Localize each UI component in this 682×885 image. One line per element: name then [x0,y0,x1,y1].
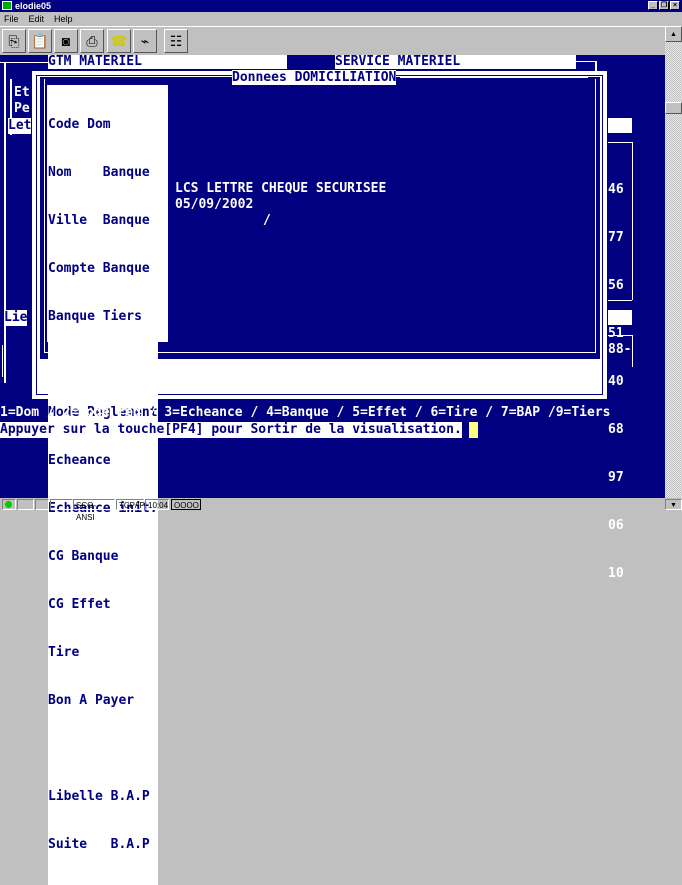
value-mode-reglement: LCS LETTRE CHEQUE SECURISEE [175,181,387,196]
menu-file[interactable]: File [4,14,19,24]
bg-number: 77 [608,230,624,245]
header-right: SERVICE MATERIEL [335,55,576,69]
paste-icon[interactable]: 📋 [28,29,52,53]
bg-number: 40 [608,374,624,389]
bg-tail: 88- [608,342,632,357]
label-compte-banque: Compte Banque [48,261,150,276]
settings-icon[interactable]: ☷ [164,29,188,53]
connection-led-icon [2,499,16,510]
bg-label-lie: Lie [4,310,28,326]
label-code-dom: Code Dom [48,117,111,132]
label-suite-bap: Suite B.A.P [48,837,150,852]
menu-bar: File Edit Help [0,12,682,26]
cursor [469,422,478,438]
minimize-button[interactable]: _ [648,1,658,10]
label-cg-effet: CG Effet [48,597,111,612]
hangup-icon[interactable]: ⌁ [133,29,157,53]
menu-help[interactable]: Help [54,14,73,24]
label-tire: Tire [48,645,80,660]
bg-number: 56 [608,278,624,293]
label-nom-banque: Nom Banque [48,165,150,180]
scroll-up-button[interactable]: ▲ [665,26,682,42]
copy-icon[interactable]: ⎘ [2,29,26,53]
label-echeance: Echeance [48,453,111,468]
prompt-line: Appuyer sur la touche[PF4] pour Sortir d… [0,422,462,438]
value-echeance: 05/09/2002 [175,197,254,212]
close-button[interactable]: × [670,1,680,10]
terminal-screen[interactable]: GTM MATERIEL SERVICE MATERIEL Et Pe Let … [0,55,665,885]
menu-edit[interactable]: Edit [29,14,45,24]
bg-label-et: Et [14,85,30,100]
toolbar: ⎘ 📋 ◙ ⎙ ☎ ⌁ ☷ [0,26,665,56]
title-bar: elodie05 _ ❐ × [0,0,682,12]
status-terminal-type: SCO-ANSI [73,499,115,522]
label-ville-banque: Ville Banque [48,213,150,228]
camera-icon[interactable]: ◙ [54,29,78,53]
dialog-title: Donnees DOMICILIATION [232,70,397,85]
bg-number: 06 [608,518,624,533]
phone-icon[interactable]: ☎ [107,29,131,53]
window-title: elodie05 [15,1,52,11]
scroll-down-button[interactable]: ▼ [665,499,682,510]
function-keys: 1=Dom / 2=Mode reg / 3=Echeance / 4=Banq… [0,405,611,420]
bg-number: 51 [608,326,624,341]
label-banque-tiers: Banque Tiers [48,309,142,324]
bg-number: 68 [608,422,624,437]
label-bon-a-payer: Bon A Payer [48,693,135,708]
status-leds: OOOO [171,499,201,510]
header-left: GTM MATERIEL [48,55,287,69]
value-echeance-init: / [263,213,271,228]
bg-number: 97 [608,470,624,485]
restore-button[interactable]: ❐ [659,1,669,10]
status-bar: SCO-ANSI TCP/IP 10:04 OOOO ▼ [0,498,682,522]
scroll-thumb[interactable] [665,102,682,114]
label-libelle-bap: Libelle B.A.P [48,789,150,804]
bg-number: 10 [608,566,624,581]
app-icon [2,1,12,10]
vertical-scrollbar[interactable]: ▲ [665,26,682,498]
bg-number: 46 [608,182,624,197]
bg-label-let: Let [8,118,32,134]
label-cg-banque: CG Banque [48,549,119,564]
print-icon[interactable]: ⎙ [80,29,104,53]
status-time: 10:04 [145,499,169,510]
label-column: Code Dom Nom Banque Ville Banque Compte … [47,85,168,885]
bg-number-list: 46 77 56 51 40 68 97 06 10 [608,150,639,614]
bg-label-pe: Pe [14,101,30,116]
status-protocol: TCP/IP [116,499,145,510]
